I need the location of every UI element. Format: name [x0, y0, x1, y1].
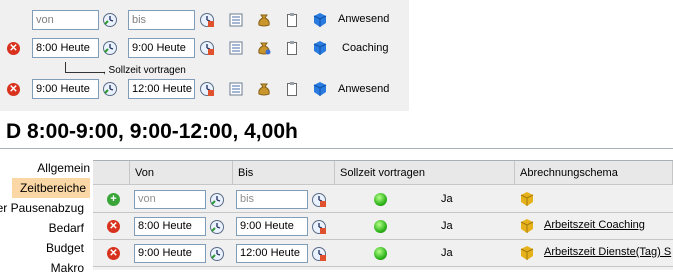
clock-end-icon[interactable] — [199, 40, 215, 56]
delete-row-button[interactable]: ✕ — [7, 42, 20, 55]
list-icon[interactable] — [228, 40, 244, 56]
clock-end-icon[interactable] — [199, 81, 215, 97]
nav-item-bedarf[interactable]: Bedarf — [0, 221, 84, 235]
clock-end-icon[interactable] — [311, 246, 327, 262]
delete-row-button[interactable]: ✕ — [107, 220, 120, 233]
von-input[interactable]: von — [134, 190, 206, 209]
add-row-button[interactable]: + — [107, 193, 120, 206]
cube-icon[interactable] — [312, 12, 328, 28]
grid-header-schema[interactable]: Abrechnungschema — [515, 161, 673, 185]
schema-link[interactable]: Arbeitszeit Dienste(Tag) S — [544, 246, 671, 258]
clipboard-icon[interactable] — [284, 12, 300, 28]
clock-pick-icon[interactable] — [102, 40, 118, 56]
clock-pick-icon[interactable] — [209, 219, 225, 235]
grid-header-action — [93, 161, 130, 185]
nav-item-pausenabzug[interactable]: er Pausenabzug — [0, 201, 84, 215]
title-divider — [0, 148, 673, 149]
money-bag-icon[interactable] — [256, 12, 272, 28]
type-label: Anwesend — [338, 83, 390, 95]
clock-end-icon[interactable] — [311, 192, 327, 208]
clock-pick-icon[interactable] — [209, 246, 225, 262]
sollzeit-connector — [65, 62, 104, 73]
zeitbereiche-grid: Von Bis Sollzeit vortragen Abrechnungsch… — [93, 160, 673, 270]
von-input[interactable]: von — [32, 10, 99, 30]
von-input[interactable]: 8:00 Heute — [134, 217, 206, 236]
bis-input[interactable]: 9:00 Heute — [236, 217, 308, 236]
bis-input[interactable]: 12:00 Heute — [128, 79, 195, 99]
clock-pick-icon[interactable] — [102, 81, 118, 97]
page-title: D 8:00-9:00, 9:00-12:00, 4,00h — [6, 120, 298, 143]
status-dot-icon — [374, 220, 387, 233]
bis-input[interactable]: bis — [128, 10, 195, 30]
list-icon[interactable] — [228, 12, 244, 28]
sollzeit-value: Ja — [441, 247, 453, 259]
time-editor-panel: von bis Anwesend ✕ 8:00 Heute 9:00 Heute… — [0, 0, 409, 111]
cube-icon[interactable] — [519, 218, 535, 234]
sollzeit-value: Ja — [441, 193, 453, 205]
schema-link[interactable]: Arbeitszeit Coaching — [544, 219, 645, 231]
list-icon[interactable] — [228, 81, 244, 97]
clock-pick-icon[interactable] — [102, 12, 118, 28]
nav-item-zeitbereiche[interactable]: Zeitbereiche — [12, 178, 90, 198]
cube-icon[interactable] — [312, 81, 328, 97]
bis-input[interactable]: bis — [236, 190, 308, 209]
money-bag-icon[interactable] — [256, 40, 272, 56]
bis-input[interactable]: 9:00 Heute — [128, 38, 195, 58]
sollzeit-hint-label: , Sollzeit vortragen — [103, 65, 186, 76]
table-row: ✕ 8:00 Heute 9:00 Heute Ja Arbeitszeit C… — [93, 213, 673, 240]
money-bag-icon[interactable] — [256, 81, 272, 97]
delete-row-button[interactable]: ✕ — [7, 83, 20, 96]
nav-item-budget[interactable]: Budget — [0, 241, 84, 255]
grid-header-sollzeit[interactable]: Sollzeit vortragen — [335, 161, 515, 185]
cube-icon[interactable] — [519, 191, 535, 207]
von-input[interactable]: 8:00 Heute — [32, 38, 99, 58]
clipboard-icon[interactable] — [284, 40, 300, 56]
cube-icon[interactable] — [519, 245, 535, 261]
von-input[interactable]: 9:00 Heute — [134, 244, 206, 263]
clipboard-icon[interactable] — [284, 81, 300, 97]
von-input[interactable]: 9:00 Heute — [32, 79, 99, 99]
cube-icon[interactable] — [312, 40, 328, 56]
table-row: ✕ 9:00 Heute 12:00 Heute Ja Arbeitszeit … — [93, 240, 673, 267]
nav-item-makro[interactable]: Makro — [0, 261, 84, 275]
table-row: + von bis Ja — [93, 186, 673, 213]
clock-pick-icon[interactable] — [209, 192, 225, 208]
status-dot-icon — [374, 247, 387, 260]
type-label: Coaching — [342, 42, 389, 54]
clock-end-icon[interactable] — [311, 219, 327, 235]
status-dot-icon — [374, 193, 387, 206]
type-label: Anwesend — [338, 13, 390, 25]
grid-header-bis[interactable]: Bis — [233, 161, 335, 185]
delete-row-button[interactable]: ✕ — [107, 247, 120, 260]
clock-end-icon[interactable] — [199, 12, 215, 28]
grid-header-von[interactable]: Von — [130, 161, 233, 185]
sollzeit-value: Ja — [441, 220, 453, 232]
nav-item-allgemein[interactable]: Allgemein — [0, 161, 90, 175]
bis-input[interactable]: 12:00 Heute — [236, 244, 308, 263]
